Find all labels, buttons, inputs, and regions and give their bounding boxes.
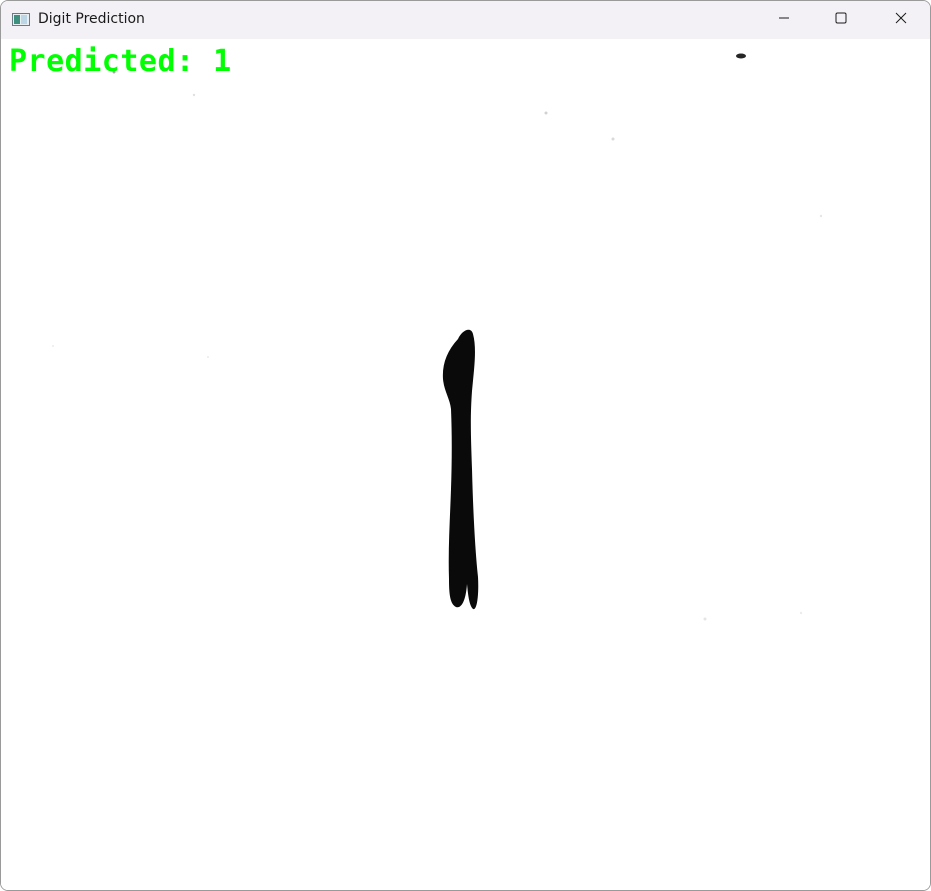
minimize-icon [778,11,790,29]
maximize-icon [835,11,847,29]
app-icon [12,13,30,26]
close-icon [895,11,907,29]
window-title: Digit Prediction [38,11,145,27]
maximize-button[interactable] [818,1,864,39]
app-window: Digit Prediction Predicted: 1 [0,0,931,891]
close-button[interactable] [878,1,924,39]
title-bar[interactable]: Digit Prediction [1,1,930,39]
prediction-label: Predicted: 1 [9,44,232,79]
minimize-button[interactable] [761,1,807,39]
image-canvas: Predicted: 1 [1,39,930,890]
handwritten-digit-image [1,39,930,890]
